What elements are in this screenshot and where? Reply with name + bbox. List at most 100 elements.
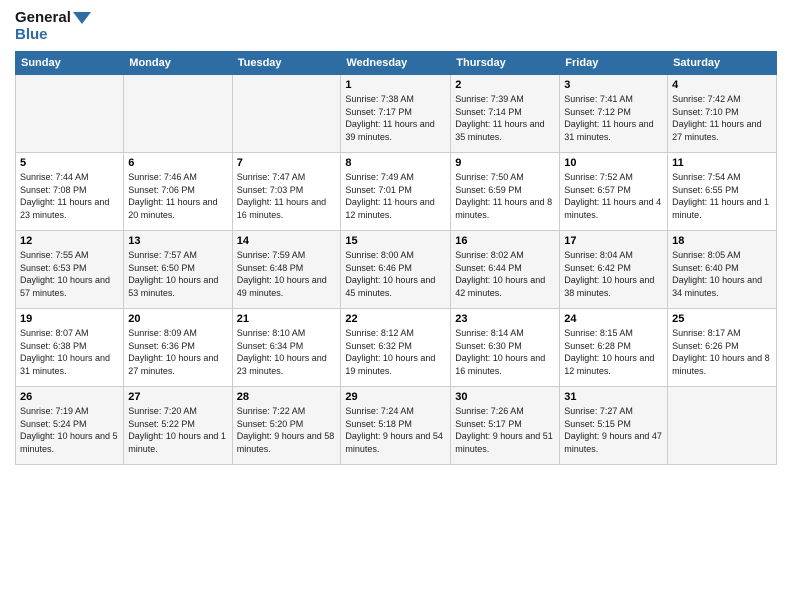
- day-number: 31: [564, 391, 663, 403]
- day-info: Sunrise: 7:27 AM Sunset: 5:15 PM Dayligh…: [564, 405, 663, 455]
- day-cell: 31 Sunrise: 7:27 AM Sunset: 5:15 PM Dayli…: [560, 387, 668, 465]
- day-cell: 13Sunrise: 7:57 AM Sunset: 6:50 PM Dayli…: [124, 231, 232, 309]
- day-info: Sunrise: 8:15 AM Sunset: 6:28 PM Dayligh…: [564, 327, 663, 377]
- day-cell: [232, 75, 341, 153]
- day-cell: 22 Sunrise: 8:12 AM Sunset: 6:32 PM Dayli…: [341, 309, 451, 387]
- column-header-saturday: Saturday: [668, 52, 777, 75]
- day-info: Sunrise: 8:17 AM Sunset: 6:26 PM Dayligh…: [672, 327, 772, 377]
- day-cell: 21 Sunrise: 8:10 AM Sunset: 6:34 PM Dayli…: [232, 309, 341, 387]
- day-number: 8: [345, 157, 446, 169]
- day-info: Sunrise: 7:52 AM Sunset: 6:57 PM Dayligh…: [564, 171, 663, 221]
- day-cell: [668, 387, 777, 465]
- day-cell: [124, 75, 232, 153]
- day-info: Sunrise: 8:04 AM Sunset: 6:42 PM Dayligh…: [564, 249, 663, 299]
- day-cell: 12 Sunrise: 7:55 AM Sunset: 6:53 PM Dayli…: [16, 231, 124, 309]
- day-cell: 17 Sunrise: 8:04 AM Sunset: 6:42 PM Dayli…: [560, 231, 668, 309]
- day-cell: 15 Sunrise: 8:00 AM Sunset: 6:46 PM Dayli…: [341, 231, 451, 309]
- day-number: 7: [237, 157, 337, 169]
- day-number: 1: [345, 79, 446, 91]
- day-cell: 5 Sunrise: 7:44 AM Sunset: 7:08 PM Daylig…: [16, 153, 124, 231]
- day-info: Sunrise: 7:46 AM Sunset: 7:06 PM Dayligh…: [128, 171, 227, 221]
- day-number: 2: [455, 79, 555, 91]
- day-cell: 29 Sunrise: 7:24 AM Sunset: 5:18 PM Dayli…: [341, 387, 451, 465]
- column-header-monday: Monday: [124, 52, 232, 75]
- column-header-wednesday: Wednesday: [341, 52, 451, 75]
- day-info: Sunrise: 7:57 AM Sunset: 6:50 PM Dayligh…: [128, 249, 227, 299]
- logo-wordmark: General Blue: [15, 10, 91, 43]
- day-info: Sunrise: 8:10 AM Sunset: 6:34 PM Dayligh…: [237, 327, 337, 377]
- day-info: Sunrise: 8:05 AM Sunset: 6:40 PM Dayligh…: [672, 249, 772, 299]
- day-info: Sunrise: 7:42 AM Sunset: 7:10 PM Dayligh…: [672, 93, 772, 143]
- calendar-table: SundayMondayTuesdayWednesdayThursdayFrid…: [15, 51, 777, 465]
- day-number: 6: [128, 157, 227, 169]
- day-number: 9: [455, 157, 555, 169]
- day-cell: 2 Sunrise: 7:39 AM Sunset: 7:14 PM Daylig…: [451, 75, 560, 153]
- day-info: Sunrise: 7:44 AM Sunset: 7:08 PM Dayligh…: [20, 171, 119, 221]
- week-row-5: 26 Sunrise: 7:19 AM Sunset: 5:24 PM Dayli…: [16, 387, 777, 465]
- logo: General Blue: [15, 10, 91, 43]
- day-cell: 26 Sunrise: 7:19 AM Sunset: 5:24 PM Dayli…: [16, 387, 124, 465]
- day-cell: 1 Sunrise: 7:38 AM Sunset: 7:17 PM Daylig…: [341, 75, 451, 153]
- day-cell: 9 Sunrise: 7:50 AM Sunset: 6:59 PM Daylig…: [451, 153, 560, 231]
- day-info: Sunrise: 7:26 AM Sunset: 5:17 PM Dayligh…: [455, 405, 555, 455]
- day-cell: 24 Sunrise: 8:15 AM Sunset: 6:28 PM Dayli…: [560, 309, 668, 387]
- day-info: Sunrise: 8:07 AM Sunset: 6:38 PM Dayligh…: [20, 327, 119, 377]
- day-cell: 11 Sunrise: 7:54 AM Sunset: 6:55 PM Dayli…: [668, 153, 777, 231]
- day-cell: 30 Sunrise: 7:26 AM Sunset: 5:17 PM Dayli…: [451, 387, 560, 465]
- day-info: Sunrise: 7:20 AM Sunset: 5:22 PM Dayligh…: [128, 405, 227, 455]
- day-info: Sunrise: 7:59 AM Sunset: 6:48 PM Dayligh…: [237, 249, 337, 299]
- day-number: 21: [237, 313, 337, 325]
- week-row-1: 1 Sunrise: 7:38 AM Sunset: 7:17 PM Daylig…: [16, 75, 777, 153]
- day-info: Sunrise: 8:12 AM Sunset: 6:32 PM Dayligh…: [345, 327, 446, 377]
- day-cell: 18 Sunrise: 8:05 AM Sunset: 6:40 PM Dayli…: [668, 231, 777, 309]
- day-number: 24: [564, 313, 663, 325]
- day-info: Sunrise: 8:14 AM Sunset: 6:30 PM Dayligh…: [455, 327, 555, 377]
- week-row-4: 19 Sunrise: 8:07 AM Sunset: 6:38 PM Dayli…: [16, 309, 777, 387]
- day-info: Sunrise: 7:49 AM Sunset: 7:01 PM Dayligh…: [345, 171, 446, 221]
- day-info: Sunrise: 7:54 AM Sunset: 6:55 PM Dayligh…: [672, 171, 772, 221]
- day-cell: 23 Sunrise: 8:14 AM Sunset: 6:30 PM Dayli…: [451, 309, 560, 387]
- day-cell: 14Sunrise: 7:59 AM Sunset: 6:48 PM Dayli…: [232, 231, 341, 309]
- day-info: Sunrise: 7:39 AM Sunset: 7:14 PM Dayligh…: [455, 93, 555, 143]
- day-cell: 20 Sunrise: 8:09 AM Sunset: 6:36 PM Dayli…: [124, 309, 232, 387]
- day-info: Sunrise: 7:50 AM Sunset: 6:59 PM Dayligh…: [455, 171, 555, 221]
- column-header-friday: Friday: [560, 52, 668, 75]
- calendar-container: General Blue SundayMondayTuesdayWednesda…: [0, 0, 792, 612]
- day-number: 28: [237, 391, 337, 403]
- header: General Blue: [15, 10, 777, 43]
- day-number: 29: [345, 391, 446, 403]
- day-info: Sunrise: 8:09 AM Sunset: 6:36 PM Dayligh…: [128, 327, 227, 377]
- day-info: Sunrise: 7:19 AM Sunset: 5:24 PM Dayligh…: [20, 405, 119, 455]
- day-info: Sunrise: 7:24 AM Sunset: 5:18 PM Dayligh…: [345, 405, 446, 455]
- day-number: 16: [455, 235, 555, 247]
- day-cell: 4 Sunrise: 7:42 AM Sunset: 7:10 PM Daylig…: [668, 75, 777, 153]
- day-number: 23: [455, 313, 555, 325]
- day-number: 3: [564, 79, 663, 91]
- day-number: 22: [345, 313, 446, 325]
- day-number: 12: [20, 235, 119, 247]
- day-number: 26: [20, 391, 119, 403]
- day-info: Sunrise: 7:41 AM Sunset: 7:12 PM Dayligh…: [564, 93, 663, 143]
- day-cell: 25 Sunrise: 8:17 AM Sunset: 6:26 PM Dayli…: [668, 309, 777, 387]
- day-info: Sunrise: 7:38 AM Sunset: 7:17 PM Dayligh…: [345, 93, 446, 143]
- day-number: 20: [128, 313, 227, 325]
- day-number: 30: [455, 391, 555, 403]
- day-cell: 7 Sunrise: 7:47 AM Sunset: 7:03 PM Daylig…: [232, 153, 341, 231]
- day-number: 25: [672, 313, 772, 325]
- day-number: 19: [20, 313, 119, 325]
- day-number: 4: [672, 79, 772, 91]
- day-number: 5: [20, 157, 119, 169]
- day-cell: 10 Sunrise: 7:52 AM Sunset: 6:57 PM Dayli…: [560, 153, 668, 231]
- day-number: 15: [345, 235, 446, 247]
- day-number: 17: [564, 235, 663, 247]
- day-cell: 27 Sunrise: 7:20 AM Sunset: 5:22 PM Dayli…: [124, 387, 232, 465]
- day-info: Sunrise: 7:47 AM Sunset: 7:03 PM Dayligh…: [237, 171, 337, 221]
- day-info: Sunrise: 7:22 AM Sunset: 5:20 PM Dayligh…: [237, 405, 337, 455]
- day-cell: 3 Sunrise: 7:41 AM Sunset: 7:12 PM Daylig…: [560, 75, 668, 153]
- day-number: 10: [564, 157, 663, 169]
- day-info: Sunrise: 7:55 AM Sunset: 6:53 PM Dayligh…: [20, 249, 119, 299]
- day-number: 27: [128, 391, 227, 403]
- day-number: 18: [672, 235, 772, 247]
- day-number: 11: [672, 157, 772, 169]
- day-info: Sunrise: 8:00 AM Sunset: 6:46 PM Dayligh…: [345, 249, 446, 299]
